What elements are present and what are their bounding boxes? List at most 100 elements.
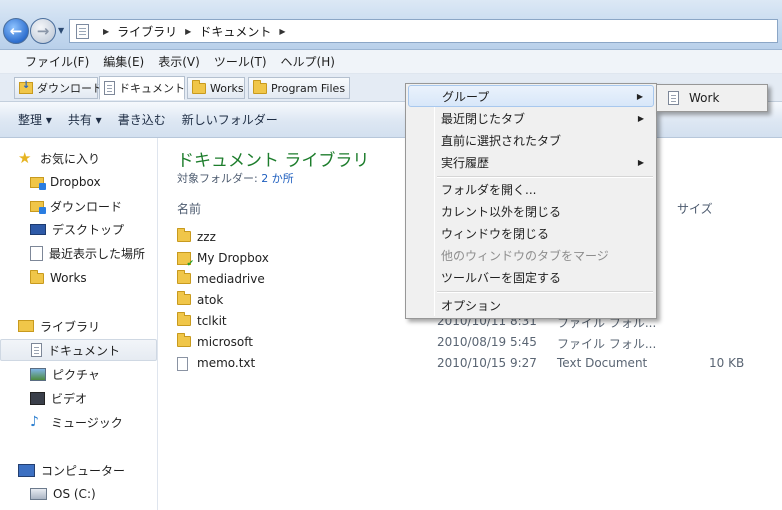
menu-help[interactable]: ヘルプ(H) — [274, 53, 342, 70]
submenu-item-work[interactable]: Work — [659, 87, 765, 109]
nav-item-desktop[interactable]: デスクトップ — [0, 218, 157, 240]
burn-button[interactable]: 書き込む — [110, 111, 174, 128]
download-folder-icon — [19, 80, 33, 94]
tab-documents[interactable]: ドキュメント — [99, 76, 185, 100]
menu-item-label: カレント以外を閉じる — [441, 204, 562, 219]
text-file-icon — [177, 357, 188, 371]
menu-item-label: グループ — [442, 89, 490, 104]
file-name: tclkit — [197, 314, 227, 328]
menu-item-label: 実行履歴 — [441, 155, 490, 170]
title-bar: ← → ▼ ▶ ライブラリ ▶ ドキュメント ▶ — [0, 0, 782, 50]
nav-item-works[interactable]: Works — [0, 267, 157, 289]
tab-context-menu: グループ ▶ 最近閉じたタブ ▶ 直前に選択されたタブ 実行履歴 ▶ フォルダを… — [405, 83, 657, 319]
target-folders-link[interactable]: 2 か所 — [261, 172, 294, 185]
tab-label: Program Files — [271, 81, 346, 95]
file-name: atok — [197, 293, 224, 307]
address-bar[interactable]: ▶ ライブラリ ▶ ドキュメント ▶ — [69, 19, 778, 43]
computer-icon — [18, 463, 35, 477]
folder-icon — [177, 228, 191, 242]
navigation-pane: ★ お気に入り Dropbox ダウンロード デスクトップ 最近表示した場所 W… — [0, 138, 158, 510]
nav-item-music[interactable]: ♪ ミュージック — [0, 411, 157, 433]
tab-works[interactable]: Works — [187, 77, 245, 99]
menu-item-label: ツールバーを固定する — [441, 270, 562, 285]
organize-button[interactable]: 整理 ▾ — [10, 111, 60, 128]
column-header-size[interactable]: サイズ — [677, 200, 713, 217]
nav-item-videos[interactable]: ビデオ — [0, 387, 157, 409]
file-type: Text Document — [557, 356, 648, 370]
nav-label: デスクトップ — [52, 222, 125, 237]
menu-item-label: 他のウィンドウのタブをマージ — [441, 248, 609, 263]
nav-label: ドキュメント — [48, 343, 121, 358]
folder-icon — [253, 79, 267, 94]
nav-item-dropbox[interactable]: Dropbox — [0, 171, 157, 193]
tab-downloads[interactable]: ダウンロード — [14, 77, 103, 99]
breadcrumb-documents[interactable]: ドキュメント — [199, 23, 271, 40]
menu-item-label: 直前に選択されたタブ — [441, 133, 562, 148]
music-note-icon: ♪ — [30, 414, 39, 430]
nav-item-drive-c[interactable]: OS (C:) — [0, 483, 157, 505]
library-icon — [18, 320, 34, 332]
submenu-arrow-icon: ▶ — [636, 91, 643, 101]
nav-libraries[interactable]: ライブラリ — [0, 315, 157, 337]
tab-label: ドキュメント — [119, 82, 185, 95]
forward-button[interactable]: → — [30, 18, 56, 44]
folder-icon — [192, 79, 206, 94]
menu-item-label: ウィンドウを閉じる — [441, 226, 550, 241]
menu-item-options[interactable]: オプション — [408, 294, 654, 316]
nav-item-recent-places[interactable]: 最近表示した場所 — [0, 242, 157, 264]
menu-item-group[interactable]: グループ ▶ — [408, 85, 654, 107]
file-row[interactable]: memo.txt 2010/10/15 9:27 Text Document 1… — [177, 354, 767, 374]
breadcrumb-libraries[interactable]: ライブラリ — [117, 23, 177, 40]
tab-label: Works — [210, 81, 244, 95]
menu-item-previous-tab[interactable]: 直前に選択されたタブ — [408, 129, 654, 151]
share-button[interactable]: 共有 ▾ — [60, 111, 110, 128]
menu-file[interactable]: ファイル(F) — [18, 53, 96, 70]
star-icon: ★ — [18, 149, 32, 167]
chevron-right-icon[interactable]: ▶ — [185, 27, 191, 36]
nav-item-pictures[interactable]: ピクチャ — [0, 363, 157, 385]
file-name: microsoft — [197, 335, 253, 349]
nav-label: Works — [50, 271, 87, 285]
menu-item-close-window[interactable]: ウィンドウを閉じる — [408, 222, 654, 244]
menu-edit[interactable]: 編集(E) — [96, 53, 151, 70]
file-date: 2010/08/19 5:45 — [437, 335, 537, 349]
menu-item-open-folder[interactable]: フォルダを開く... — [408, 178, 654, 200]
menu-view[interactable]: 表示(V) — [151, 53, 207, 70]
column-header-name[interactable]: 名前 — [177, 200, 201, 217]
menu-item-label: オプション — [441, 298, 502, 313]
new-folder-button[interactable]: 新しいフォルダー — [174, 111, 286, 128]
menu-item-lock-toolbar[interactable]: ツールバーを固定する — [408, 266, 654, 288]
menu-item-history[interactable]: 実行履歴 ▶ — [408, 151, 654, 173]
group-submenu: Work — [656, 84, 768, 112]
menu-item-recently-closed-tabs[interactable]: 最近閉じたタブ ▶ — [408, 107, 654, 129]
nav-label: OS (C:) — [53, 487, 96, 501]
target-folder-label: 対象フォルダー: — [177, 172, 262, 185]
nav-computer[interactable]: コンピューター — [0, 459, 157, 481]
file-row[interactable]: microsoft 2010/08/19 5:45 ファイル フォル... — [177, 333, 767, 353]
menu-item-close-others[interactable]: カレント以外を閉じる — [408, 200, 654, 222]
folder-icon — [177, 291, 191, 305]
tab-program-files[interactable]: Program Files — [248, 77, 350, 99]
menu-separator — [437, 291, 653, 293]
nav-label: ミュージック — [51, 415, 123, 430]
folder-icon — [177, 270, 191, 284]
back-button[interactable]: ← — [3, 18, 29, 44]
menu-tools[interactable]: ツール(T) — [207, 53, 274, 70]
document-library-icon — [31, 343, 42, 357]
file-size: 10 KB — [709, 356, 745, 370]
file-name: memo.txt — [197, 356, 256, 370]
tab-label: ダウンロード — [37, 82, 103, 95]
file-type: ファイル フォル... — [557, 337, 657, 351]
nav-favorites[interactable]: ★ お気に入り — [0, 147, 157, 169]
file-name: My Dropbox — [197, 251, 269, 265]
document-icon — [668, 91, 679, 105]
menu-bar: ファイル(F) 編集(E) 表示(V) ツール(T) ヘルプ(H) — [0, 50, 782, 74]
nav-item-downloads[interactable]: ダウンロード — [0, 195, 157, 217]
chevron-right-icon[interactable]: ▶ — [103, 27, 109, 36]
nav-label: ダウンロード — [50, 199, 123, 214]
nav-item-documents[interactable]: ドキュメント — [0, 339, 157, 361]
submenu-arrow-icon: ▶ — [637, 113, 644, 123]
chevron-right-icon[interactable]: ▶ — [279, 27, 285, 36]
history-dropdown-icon[interactable]: ▼ — [58, 26, 64, 35]
desktop-icon — [30, 223, 46, 235]
